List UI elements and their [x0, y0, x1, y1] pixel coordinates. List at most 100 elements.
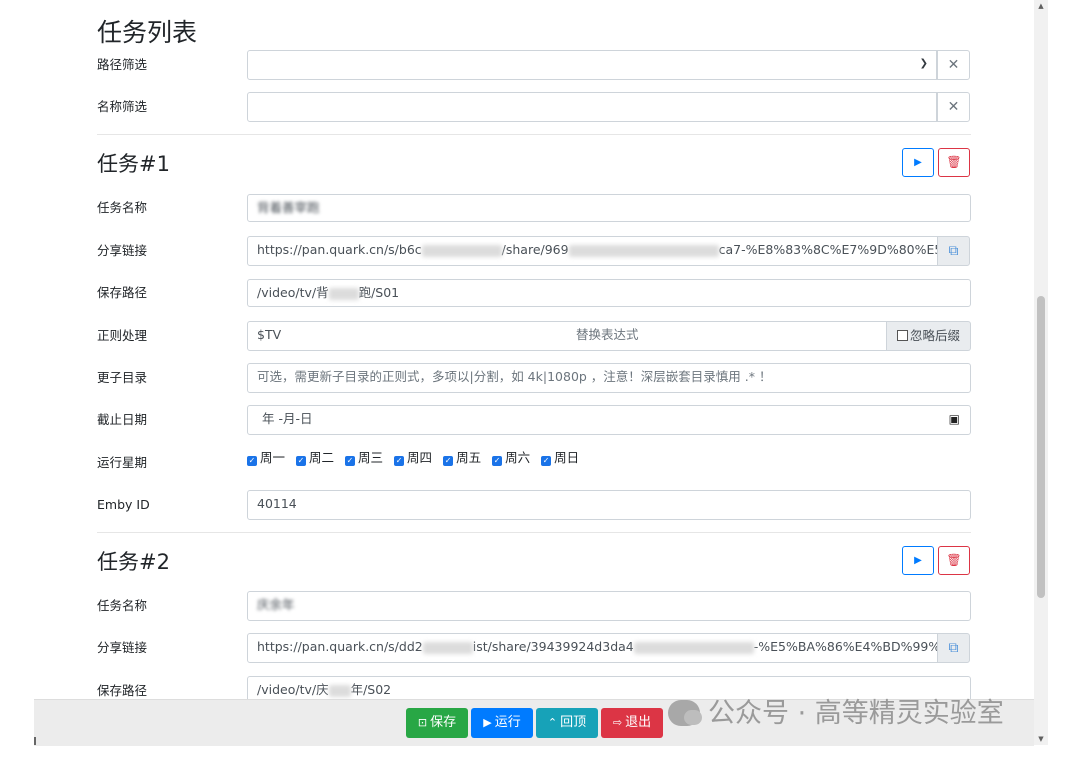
back-to-top-button[interactable]: ⌃ 回顶 — [536, 708, 598, 738]
vertical-scrollbar[interactable]: ▲ ▼ — [1034, 0, 1048, 745]
task1-ignore-suffix-toggle[interactable]: 忽略后缀 — [887, 321, 971, 351]
logout-icon: ⇨ — [612, 716, 623, 729]
share-url-prefix: https://pan.quark.cn/s/dd2 — [257, 639, 423, 654]
deadline-value: 年 -月-日 — [262, 411, 313, 426]
trash-icon: 🗑 — [946, 155, 962, 169]
task1-emby-input[interactable]: 40114 — [247, 490, 971, 520]
task1-regex-label: 正则处理 — [97, 328, 148, 343]
weekday-mon[interactable]: ✓ 周一 — [247, 448, 285, 468]
check-icon: ✓ — [492, 456, 503, 466]
weekday-wed[interactable]: ✓ 周三 — [345, 448, 383, 468]
name-filter-input[interactable] — [247, 92, 937, 122]
task2-name-label: 任务名称 — [97, 598, 148, 613]
blurred-region — [421, 244, 502, 257]
task1-name-value: 背着善宰跑 — [257, 200, 320, 215]
task1-subdir-input[interactable]: 可选，需更新子目录的正则式，多项以|分割，如 4k|1080p ，注意！深层嵌套… — [247, 363, 971, 393]
save-button-label: 保存 — [430, 715, 457, 730]
save-button[interactable]: ⊡ 保存 — [406, 708, 468, 738]
weekday-label: 周五 — [456, 450, 482, 465]
task1-regex-pattern-input[interactable]: $TV — [247, 321, 568, 351]
task1-name-input[interactable]: 背着善宰跑 — [247, 194, 971, 222]
task1-weekday-label: 运行星期 — [97, 455, 148, 470]
arrow-up-icon: ⌃ — [547, 716, 558, 729]
weekday-label: 周三 — [358, 450, 384, 465]
blurred-region — [633, 641, 754, 654]
page: 任务列表 路径筛选 ❯ ✕ 名称筛选 ✕ 任务#1 ▶ 🗑 任务名称 背着善宰跑… — [0, 0, 1080, 757]
task1-save-label: 保存路径 — [97, 285, 148, 300]
path-filter-label: 路径筛选 — [97, 57, 148, 72]
clear-name-filter-button[interactable]: ✕ — [937, 92, 970, 122]
task1-share-label: 分享链接 — [97, 243, 148, 258]
weekday-fri[interactable]: ✓ 周五 — [443, 448, 481, 468]
chevron-down-icon: ❯ — [919, 58, 928, 69]
task2-run-button[interactable]: ▶ — [902, 546, 934, 575]
share-url-suffix: ca7-%E8%83%8C%E7%9D%80%E5%9 — [718, 242, 938, 257]
check-icon: ✓ — [443, 456, 454, 466]
exit-button[interactable]: ⇨ 退出 — [601, 708, 663, 738]
close-icon: ✕ — [947, 57, 960, 73]
task1-deadline-input[interactable]: 年 -月-日 ▣ — [247, 405, 971, 435]
task1-name-label: 任务名称 — [97, 200, 148, 215]
back-to-top-label: 回顶 — [560, 715, 587, 730]
blurred-region — [568, 244, 719, 257]
check-icon: ✓ — [345, 456, 356, 466]
scroll-down-icon[interactable]: ▼ — [1034, 733, 1048, 745]
weekday-sun[interactable]: ✓ 周日 — [541, 448, 579, 468]
divider — [97, 532, 971, 533]
share-url-mid: /share/969 — [501, 242, 569, 257]
close-icon: ✕ — [947, 99, 960, 115]
save-path-prefix: /video/tv/庆 — [257, 682, 329, 697]
check-icon: ✓ — [247, 456, 257, 466]
task2-delete-button[interactable]: 🗑 — [938, 546, 970, 575]
weekday-label: 周二 — [309, 450, 335, 465]
page-title: 任务列表 — [97, 18, 198, 47]
scroll-up-icon[interactable]: ▲ — [1034, 0, 1048, 12]
play-icon: ▶ — [914, 157, 922, 168]
calendar-icon[interactable]: ▣ — [949, 406, 960, 432]
external-link-icon: ⧉ — [948, 243, 959, 259]
scroll-thumb[interactable] — [1037, 296, 1045, 598]
check-icon: ✓ — [296, 456, 307, 466]
task1-save-input[interactable]: /video/tv/背 跑/S01 — [247, 279, 971, 307]
weekday-label: 周日 — [554, 450, 580, 465]
task1-delete-button[interactable]: 🗑 — [938, 148, 970, 177]
check-icon: ✓ — [394, 456, 405, 466]
save-path-prefix: /video/tv/背 — [257, 285, 329, 300]
task2-name-value: 庆余年 — [257, 597, 295, 612]
task2-share-input[interactable]: https://pan.quark.cn/s/dd2 ist/share/3943… — [247, 633, 938, 663]
task1-run-button[interactable]: ▶ — [902, 148, 934, 177]
task1-regex-replace-input[interactable]: 替换表达式 — [567, 321, 887, 351]
watermark: 公众号 · 高等精灵实验室 — [668, 697, 1004, 731]
checkbox-icon[interactable] — [896, 330, 908, 341]
task1-share-input[interactable]: https://pan.quark.cn/s/b6c/share/969 ca7-… — [247, 236, 938, 266]
blurred-region — [422, 641, 473, 654]
share-url-suffix: -%E5%BA%86%E4%BD%99%E5% — [753, 639, 938, 654]
external-link-icon: ⧉ — [948, 640, 959, 656]
save-path-suffix: 跑/S01 — [358, 285, 400, 300]
share-url-mid: ist/share/39439924d3da4 — [472, 639, 634, 654]
weekday-label: 周一 — [260, 450, 286, 465]
task2-share-label: 分享链接 — [97, 640, 148, 655]
ignore-suffix-label: 忽略后缀 — [909, 328, 960, 343]
weekday-sat[interactable]: ✓ 周六 — [492, 448, 530, 468]
play-icon: ▶ — [483, 716, 492, 729]
blurred-region — [328, 287, 359, 300]
play-icon: ▶ — [914, 555, 922, 566]
task1-weekday-group: ✓ 周一 ✓ 周二 ✓ 周三 ✓ 周四 ✓ 周五 ✓ 周六 ✓ 周日 — [247, 448, 590, 468]
weekday-thu[interactable]: ✓ 周四 — [394, 448, 432, 468]
run-button[interactable]: ▶ 运行 — [471, 708, 533, 738]
trash-icon: 🗑 — [946, 553, 962, 567]
task1-emby-label: Emby ID — [97, 497, 150, 512]
task1-subdir-label: 更子目录 — [97, 370, 148, 385]
clear-path-filter-button[interactable]: ✕ — [937, 50, 970, 80]
weekday-label: 周四 — [407, 450, 433, 465]
task2-open-link-button[interactable]: ⧉ — [937, 633, 970, 663]
weekday-tue[interactable]: ✓ 周二 — [296, 448, 334, 468]
share-url-prefix: https://pan.quark.cn/s/b6c — [257, 242, 422, 257]
task1-open-link-button[interactable]: ⧉ — [937, 236, 970, 266]
task2-title: 任务#2 — [97, 550, 170, 574]
wechat-icon — [668, 700, 702, 726]
path-filter-select[interactable]: ❯ — [247, 50, 937, 80]
save-icon: ⊡ — [417, 716, 428, 729]
task2-name-input[interactable]: 庆余年 — [247, 591, 971, 621]
